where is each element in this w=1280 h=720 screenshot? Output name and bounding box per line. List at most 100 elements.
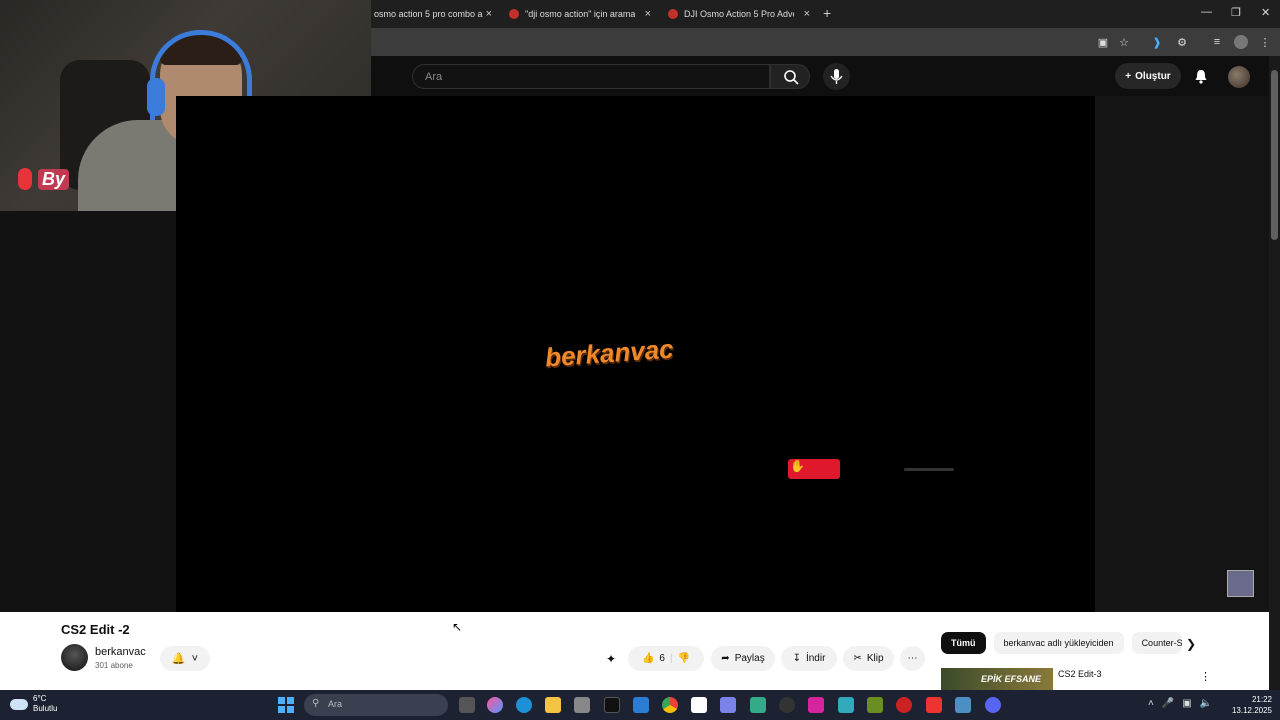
avatar[interactable] [1228,66,1250,88]
download-button[interactable]: ↧ İndir [781,646,837,671]
subscription-bell-button[interactable]: 🔔 ˅ [160,646,210,671]
network-icon[interactable]: ▣ [1182,698,1191,709]
store-icon[interactable] [574,697,590,713]
tiktok-icon[interactable] [604,697,620,713]
clock-date: 13.12.2025 [1231,706,1272,715]
app-red-icon[interactable] [926,697,942,713]
kebab-menu-icon[interactable]: ⋮ [1200,670,1211,683]
clip-button[interactable]: ✂ Klip [843,646,894,671]
player-overlay-logo: berkanvac [544,333,675,373]
close-icon[interactable]: × [804,8,810,20]
share-icon: ➦ [721,653,730,664]
app-blue-icon[interactable] [955,697,971,713]
browser-tab-active[interactable]: DJI Osmo Action 5 Pro Adventu × [668,4,810,24]
read-aloud-icon[interactable]: ❱ [1150,35,1164,49]
maximize-icon[interactable]: ❐ [1231,6,1241,19]
share-label: Paylaş [734,653,765,664]
windows-start-icon[interactable] [278,697,294,713]
discord-icon[interactable] [985,697,1001,713]
chip-all[interactable]: Tümü [941,632,986,654]
video-info-panel: CS2 Edit -2 berkanvac 301 abone 🔔 ˅ ✦ 👍 … [0,612,1269,690]
recommendation-thumbnail[interactable]: EPİK EFSANE [941,668,1053,690]
mini-thumbnail[interactable] [1227,570,1254,597]
minecraft-icon[interactable] [867,697,883,713]
notepad-icon[interactable] [691,697,707,713]
taskbar-search[interactable]: ⚲ Ara [304,694,448,716]
outlook-icon[interactable] [633,697,649,713]
cursor-hand-icon: ✋ [790,459,805,473]
cloud-icon [10,698,28,710]
chevron-right-icon[interactable]: ❯ [1186,637,1196,651]
browser-menu-icon[interactable]: ⋮ [1258,35,1272,49]
create-button[interactable]: + Oluştur [1115,63,1181,89]
more-actions-button[interactable]: ⋯ [900,646,925,671]
browser-tab[interactable]: osmo action 5 pro combo a × [374,4,492,24]
plus-icon: + [1125,70,1132,82]
sparkle-icon[interactable]: ✦ [606,652,616,666]
like-button[interactable]: 👍 [642,653,654,664]
tab-title: DJI Osmo Action 5 Pro Adventu [684,9,794,19]
microphone-icon[interactable]: 🎤 [1162,698,1174,709]
mouse-cursor-icon: ↖ [452,620,463,634]
recommendation-title[interactable]: CS2 Edit-3 [1058,669,1102,679]
like-count: 6 [659,653,665,664]
recorder-icon[interactable] [896,697,912,713]
page-scrollbar[interactable] [1269,56,1280,690]
recommendation-chip-bar: Tümü berkanvac adlı yükleyiciden Counter… [941,632,1182,656]
browser-tab-bar: osmo action 5 pro combo a × "dji osmo ac… [371,0,1280,28]
install-app-icon[interactable]: ▣ [1096,35,1110,49]
microphone-icon [830,69,843,84]
search-button[interactable] [770,64,810,89]
weather-temp: 6°C [33,694,47,703]
dislike-button[interactable]: 👎 [678,653,690,664]
video-player[interactable]: berkanvac ✋ [176,96,1095,612]
task-view-icon[interactable] [459,697,475,713]
chip-from-uploader[interactable]: berkanvac adlı yükleyiciden [993,632,1124,654]
file-explorer-icon[interactable] [545,697,561,713]
download-icon: ↧ [792,653,801,664]
channel-avatar[interactable] [61,644,88,671]
divider: | [669,653,673,664]
volume-icon[interactable]: 🔈 [1200,698,1212,709]
scrollbar-thumb[interactable] [1271,70,1278,240]
search-icon [784,70,799,85]
clip-label: Klip [866,653,884,664]
chevron-down-icon: ˅ [191,652,199,665]
search-input[interactable]: Ara [412,64,770,89]
bookmark-star-icon[interactable]: ☆ [1117,35,1131,49]
chip-counter-strike[interactable]: Counter-S [1131,632,1182,654]
close-icon[interactable]: × [486,8,492,20]
steam-icon[interactable] [779,697,795,713]
channel-name[interactable]: berkanvac [95,646,146,658]
minimize-icon[interactable]: — [1201,6,1212,18]
instagram-icon[interactable] [808,697,824,713]
edge-icon[interactable] [516,697,532,713]
photos-icon[interactable] [750,697,766,713]
browser-tab[interactable]: "dji osmo action" için arama so × [509,4,651,24]
system-clock[interactable]: 21:22 13.12.2025 [1228,694,1272,716]
close-icon[interactable]: × [645,8,651,20]
chevron-up-icon[interactable]: ˄ [1148,698,1154,709]
new-tab-button[interactable]: + [823,5,831,21]
extensions-icon[interactable]: ⚙ [1175,35,1189,49]
teams-icon[interactable] [720,697,736,713]
reading-list-icon[interactable]: ≡ [1210,35,1224,49]
app-icon[interactable] [838,697,854,713]
browser-profile-icon[interactable] [1234,35,1248,49]
badge-text: By [38,168,70,190]
voice-search-button[interactable] [823,63,850,90]
chrome-icon[interactable] [662,697,678,713]
youtube-header: Ara + Oluştur [371,56,1269,96]
notifications-bell-icon[interactable] [1193,68,1209,84]
bell-icon: 🔔 [171,653,186,665]
taskbar-search-placeholder: Ara [328,699,343,709]
blurred-text-line [904,468,954,471]
share-button[interactable]: ➦ Paylaş [711,646,775,671]
like-dislike-group: 👍 6 | 👎 [628,646,704,671]
copilot-icon[interactable] [487,697,503,713]
weather-widget[interactable]: 6°C Bulutlu [10,694,57,714]
tab-title: osmo action 5 pro combo a [374,9,483,19]
clock-time: 21:22 [1251,695,1272,704]
tab-title: "dji osmo action" için arama so [525,9,635,19]
window-close-icon[interactable]: ✕ [1261,6,1270,19]
